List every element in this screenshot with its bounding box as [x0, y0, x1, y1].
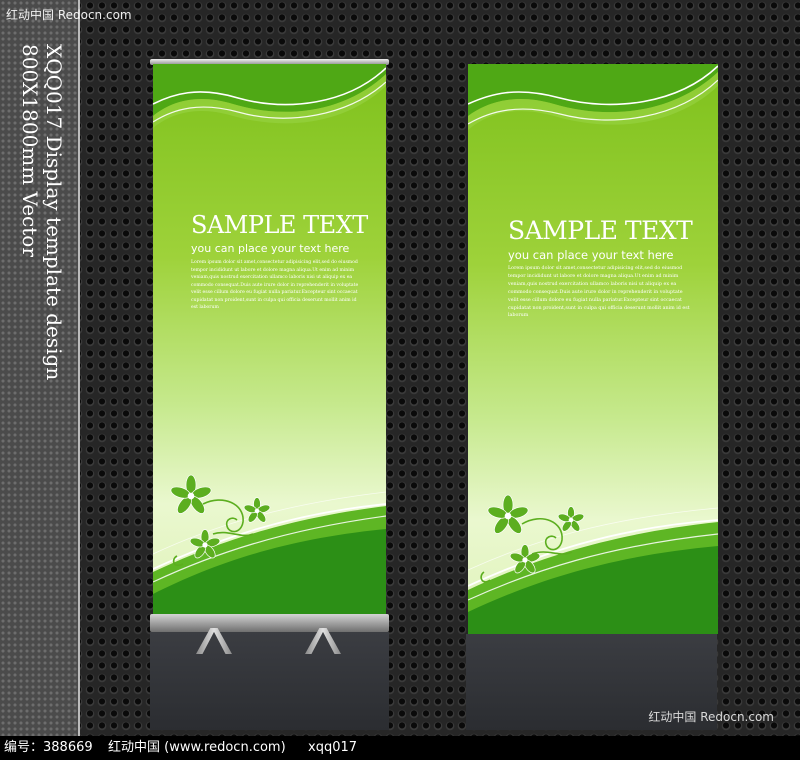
- banner-body-text: Lorem ipsum dolor sit amet,consectetur a…: [191, 260, 359, 311]
- watermark-bottom-right: 红动中国 Redocn.com: [648, 710, 774, 724]
- panel-divider: [78, 0, 80, 736]
- footer-id: 编号：388669: [4, 740, 93, 755]
- vertical-caption: XQQ017 Display template design 800X1800m…: [18, 44, 66, 380]
- caption-line-2: 800X1800mm Vector: [18, 44, 42, 257]
- footer-site: 红动中国 (www.redocn.com): [108, 740, 286, 755]
- left-bottom-rail: [150, 614, 389, 632]
- banner-wave-decoration: [153, 64, 386, 614]
- banner-subtitle: you can place your text here: [508, 248, 674, 262]
- watermark-top: 红动中国 Redocn.com: [6, 8, 132, 22]
- left-stand-base: [150, 632, 389, 730]
- banner-body-text: Lorem ipsum dolor sit amet,consectetur a…: [508, 266, 690, 319]
- footer-bar: 编号：388669 红动中国 (www.redocn.com) xqq017: [0, 736, 800, 760]
- banner-wave-decoration: [468, 64, 718, 634]
- caption-line-1: XQQ017 Display template design: [42, 44, 66, 381]
- footer-code: xqq017: [308, 740, 358, 755]
- left-side-panel: XQQ017 Display template design 800X1800m…: [0, 0, 80, 736]
- banner-title: SAMPLE TEXT: [508, 216, 693, 245]
- right-banner: SAMPLE TEXT you can place your text here…: [468, 64, 718, 634]
- banner-title: SAMPLE TEXT: [191, 211, 368, 239]
- left-banner: SAMPLE TEXT you can place your text here…: [153, 64, 386, 614]
- banner-subtitle: you can place your text here: [191, 242, 350, 255]
